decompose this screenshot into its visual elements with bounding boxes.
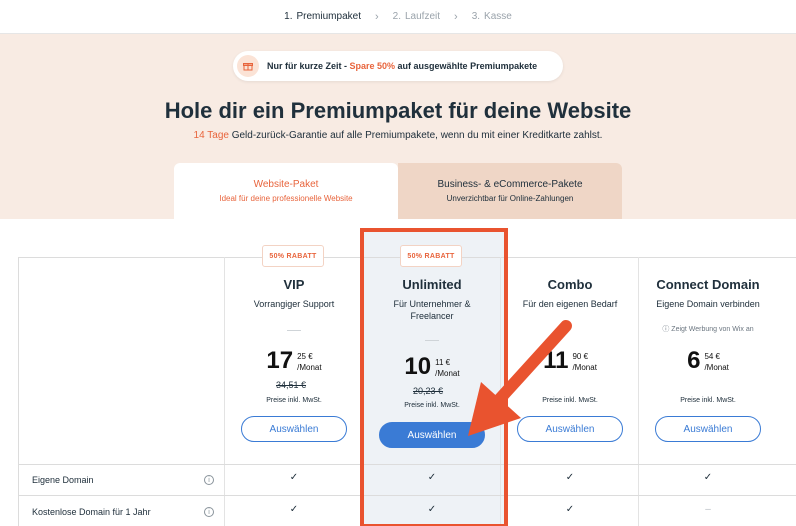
annotation-arrow-icon [468, 320, 572, 436]
